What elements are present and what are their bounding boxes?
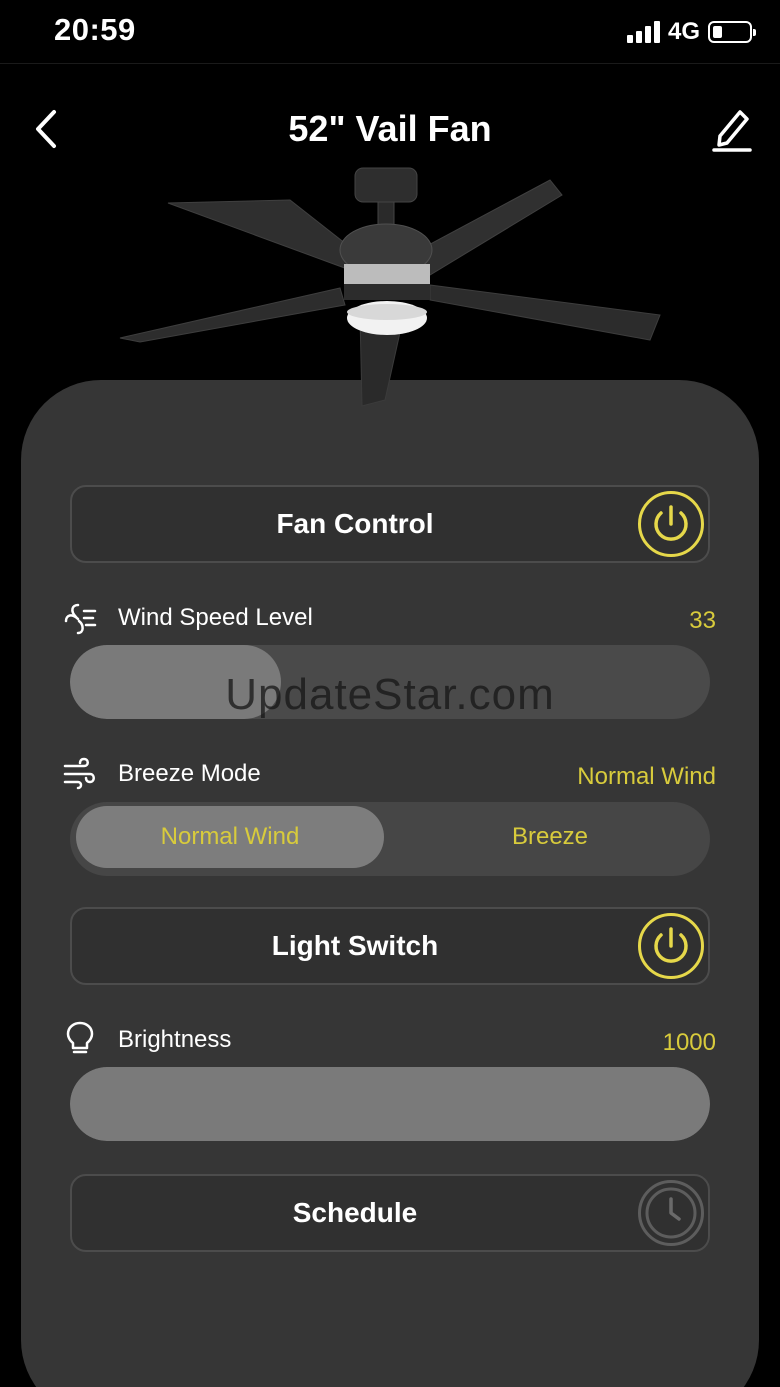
clock-icon bbox=[645, 1187, 697, 1239]
fan-control-button[interactable]: Fan Control bbox=[70, 485, 710, 563]
power-icon bbox=[654, 505, 688, 541]
app-screen: 20:59 4G 52" Vail Fan Fan Control Wind S… bbox=[0, 0, 780, 1387]
fan-control-label: Fan Control bbox=[276, 508, 434, 539]
battery-tip bbox=[753, 29, 756, 36]
light-switch-label: Light Switch bbox=[271, 930, 439, 961]
fan-power-button[interactable] bbox=[638, 491, 704, 557]
segment-normal-wind[interactable]: Normal Wind bbox=[76, 806, 384, 868]
fan-wind-icon bbox=[64, 603, 97, 635]
brightness-fill bbox=[70, 1067, 710, 1141]
wind-speed-slider[interactable] bbox=[70, 645, 710, 719]
lightbulb-icon bbox=[66, 1021, 94, 1054]
brightness-value: 1000 bbox=[662, 1029, 716, 1056]
breeze-mode-value: Normal Wind bbox=[577, 763, 716, 790]
signal-icon bbox=[626, 21, 660, 43]
status-bar: 20:59 4G bbox=[0, 0, 780, 64]
status-time: 20:59 bbox=[54, 12, 136, 47]
brightness-slider[interactable] bbox=[70, 1067, 710, 1141]
wind-speed-fill bbox=[70, 645, 282, 719]
breeze-mode-label: Breeze Mode bbox=[118, 760, 261, 787]
schedule-clock-button[interactable] bbox=[638, 1180, 704, 1246]
pencil-icon bbox=[712, 110, 752, 152]
power-icon bbox=[654, 927, 688, 963]
status-indicators: 4G bbox=[626, 18, 756, 46]
light-power-button[interactable] bbox=[638, 913, 704, 979]
breeze-mode-selector: Normal Wind Breeze bbox=[70, 802, 710, 876]
edit-button[interactable] bbox=[710, 104, 754, 154]
page-title: 52" Vail Fan bbox=[288, 108, 492, 149]
segment-breeze[interactable]: Breeze bbox=[396, 806, 704, 868]
schedule-label: Schedule bbox=[292, 1197, 418, 1228]
wind-speed-label: Wind Speed Level bbox=[118, 604, 313, 631]
brightness-label: Brightness bbox=[118, 1026, 232, 1053]
wind-icon bbox=[63, 757, 95, 790]
light-switch-button[interactable]: Light Switch bbox=[70, 907, 710, 985]
battery-level bbox=[713, 26, 722, 38]
battery-icon bbox=[708, 21, 756, 43]
fan-product-image bbox=[119, 167, 661, 407]
wind-speed-value: 33 bbox=[689, 607, 716, 634]
schedule-button[interactable]: Schedule bbox=[70, 1174, 710, 1252]
network-type: 4G bbox=[667, 18, 700, 45]
